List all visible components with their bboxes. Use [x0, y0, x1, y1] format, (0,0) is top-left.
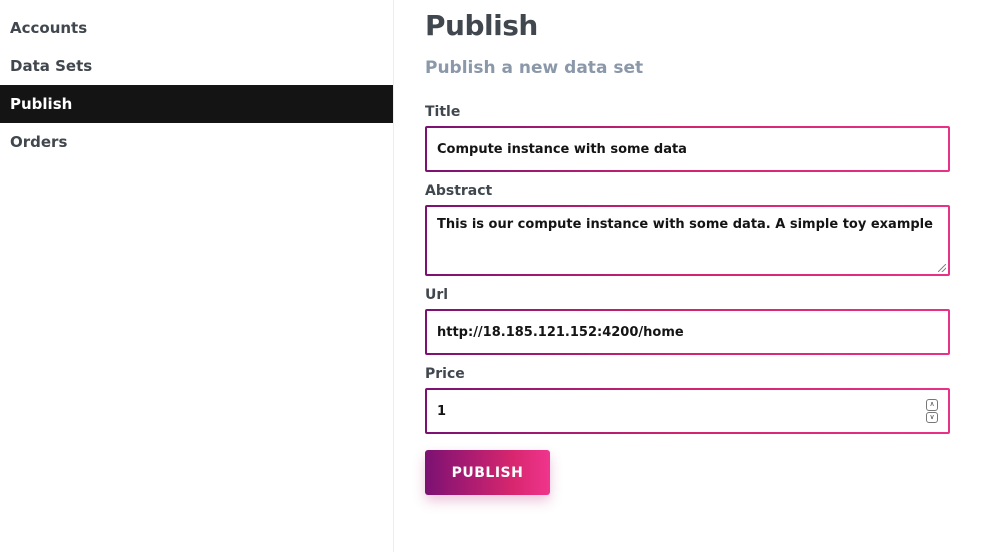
abstract-textarea[interactable]: This is our compute instance with some d… [427, 207, 948, 274]
title-field-group: Title [425, 103, 965, 172]
url-input[interactable] [427, 311, 948, 353]
abstract-field-group: Abstract This is our compute instance wi… [425, 182, 965, 276]
resize-grip-icon[interactable] [938, 264, 946, 272]
sidebar: Accounts Data Sets Publish Orders [0, 0, 394, 552]
abstract-input-wrapper: This is our compute instance with some d… [425, 205, 950, 276]
sidebar-item-publish[interactable]: Publish [0, 85, 393, 123]
price-label: Price [425, 366, 465, 382]
title-label: Title [425, 104, 461, 120]
page-title: Publish [425, 9, 538, 42]
chevron-up-icon[interactable]: ∧ [926, 399, 938, 411]
publish-button[interactable]: PUBLISH [425, 450, 550, 495]
page-subtitle: Publish a new data set [425, 58, 644, 78]
title-input-wrapper [425, 126, 950, 172]
price-input-wrapper: ∧ ∨ [425, 388, 950, 434]
main-content: Publish Publish a new data set Title Abs… [425, 0, 965, 495]
sidebar-item-orders[interactable]: Orders [0, 123, 393, 161]
publish-form: Title Abstract This is our compute insta… [425, 103, 965, 495]
chevron-down-icon[interactable]: ∨ [926, 411, 938, 423]
title-input[interactable] [427, 128, 948, 170]
price-spinner: ∧ ∨ [926, 399, 938, 423]
sidebar-item-data-sets[interactable]: Data Sets [0, 47, 393, 85]
url-field-group: Url [425, 286, 965, 355]
abstract-label: Abstract [425, 183, 493, 199]
sidebar-nav: Accounts Data Sets Publish Orders [0, 0, 393, 161]
sidebar-item-accounts[interactable]: Accounts [0, 9, 393, 47]
price-input[interactable] [427, 390, 948, 432]
url-label: Url [425, 287, 449, 303]
price-field-group: Price ∧ ∨ [425, 365, 965, 434]
url-input-wrapper [425, 309, 950, 355]
